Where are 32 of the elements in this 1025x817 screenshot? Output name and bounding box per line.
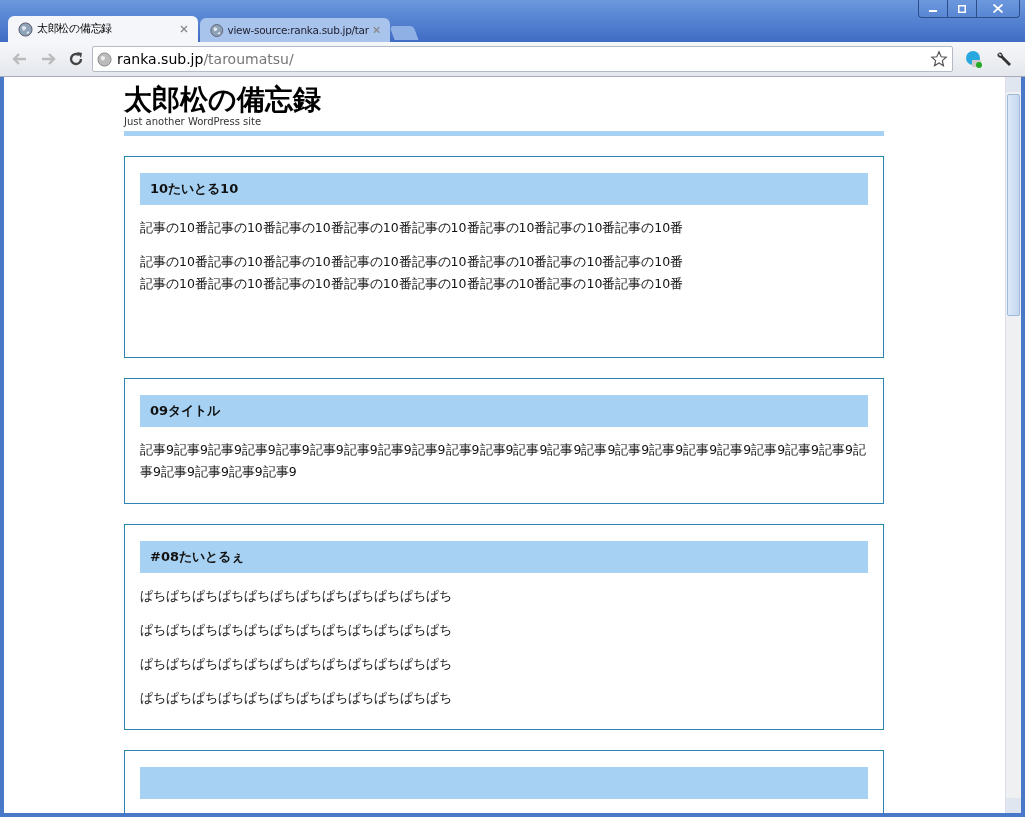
post-paragraph: 記事の10番記事の10番記事の10番記事の10番記事の10番記事の10番記事の10番記事の10番 記事の10番記事の10番記事の10番記事の10番記事の10番記事の10番記事の10番記事の10番 [140, 253, 685, 293]
star-icon[interactable] [930, 50, 948, 68]
browser-tab[interactable]: view-source:ranka.sub.jp/tar [200, 18, 390, 42]
post-paragraph: 記事9記事9記事9記事9記事9記事9記事9記事9記事9記事9記事9記事9記事9記事9記事9記事9記事9記事9記事9記事9記事9記事9記事9記事9記事9記事9 [140, 441, 867, 481]
close-icon [993, 4, 1003, 13]
new-tab-button[interactable] [389, 26, 419, 40]
reload-icon[interactable] [68, 51, 84, 67]
post-paragraph: ぱちぱちぱちぱちぱちぱちぱちぱちぱちぱちぱちぱち [140, 587, 453, 605]
scrollbar[interactable] [1005, 77, 1021, 813]
forward-icon[interactable] [40, 51, 56, 67]
browser-tab[interactable]: 太郎松の備忘録 [8, 16, 198, 42]
post-paragraph: 記事の10番記事の10番記事の10番記事の10番記事の10番記事の10番記事の10番記事の10番 [140, 219, 685, 237]
back-icon[interactable] [12, 51, 28, 67]
post-paragraph: ぱちぱちぱちぱちぱちぱちぱちぱちぱちぱちぱちぱち [140, 689, 453, 707]
close-icon[interactable] [372, 26, 380, 34]
maximize-icon [958, 4, 966, 13]
post-paragraph: ぱちぱちぱちぱちぱちぱちぱちぱちぱちぱちぱちぱち [140, 655, 453, 673]
site-title[interactable]: 太郎松の備忘録 [124, 83, 884, 117]
scroll-thumb[interactable] [1007, 94, 1020, 316]
minimize-icon [929, 10, 937, 12]
site-tagline: Just another WordPress site [124, 117, 263, 127]
post-title[interactable]: 09タイトル [150, 402, 221, 420]
wrench-icon[interactable] [995, 50, 1013, 68]
globe-icon [97, 51, 112, 67]
close-icon[interactable] [180, 25, 188, 33]
extension-icon[interactable] [965, 50, 983, 68]
post-paragraph: ぱちぱちぱちぱちぱちぱちぱちぱちぱちぱちぱちぱち [140, 621, 453, 639]
globe-icon [210, 22, 224, 38]
globe-icon [18, 21, 33, 37]
post-title[interactable]: 10たいとる10 [150, 180, 239, 198]
post-title[interactable]: #08たいとるぇ [150, 548, 244, 566]
address-bar[interactable]: ranka.sub.jp/taroumatsu/ [92, 46, 953, 72]
